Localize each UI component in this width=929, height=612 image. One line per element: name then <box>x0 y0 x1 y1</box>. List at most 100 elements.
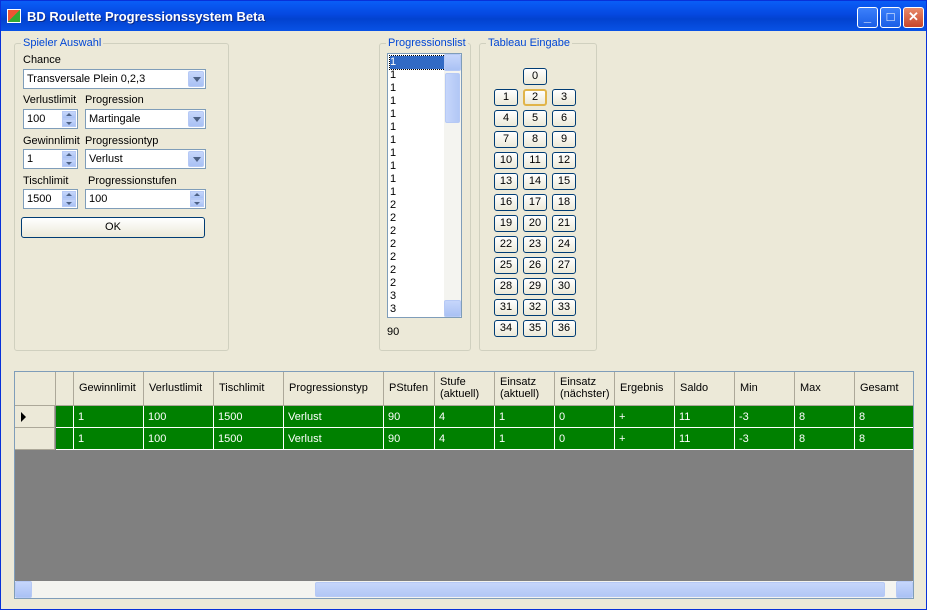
column-header[interactable]: Max <box>795 372 855 406</box>
table-cell[interactable]: 1500 <box>214 428 284 450</box>
table-cell[interactable]: 8 <box>855 428 913 450</box>
column-header[interactable]: PStufen <box>384 372 435 406</box>
column-header[interactable]: Stufe (aktuell) <box>435 372 495 406</box>
number-button-15[interactable]: 15 <box>552 173 576 190</box>
number-button-17[interactable]: 17 <box>523 194 547 211</box>
number-button-9[interactable]: 9 <box>552 131 576 148</box>
tischlimit-stepper[interactable]: 1500 <box>23 189 78 209</box>
scroll-right-icon[interactable] <box>896 581 913 598</box>
table-cell[interactable]: 100 <box>144 428 214 450</box>
list-item[interactable]: 3 <box>390 290 445 303</box>
list-item[interactable]: 1 <box>390 160 445 173</box>
row-header[interactable] <box>15 406 55 428</box>
list-item[interactable]: 1 <box>390 108 445 121</box>
table-cell[interactable]: 100 <box>144 406 214 428</box>
list-item[interactable]: 1 <box>390 134 445 147</box>
list-item[interactable]: 1 <box>390 95 445 108</box>
row-header[interactable] <box>15 428 55 450</box>
ok-button[interactable]: OK <box>21 217 205 238</box>
progressionstufen-stepper[interactable]: 100 <box>85 189 206 209</box>
number-button-22[interactable]: 22 <box>494 236 518 253</box>
list-item[interactable]: 1 <box>390 147 445 160</box>
title-bar[interactable]: BD Roulette Progressionssystem Beta _ □ … <box>1 1 926 31</box>
table-cell[interactable]: 4 <box>435 406 495 428</box>
scroll-thumb[interactable] <box>315 582 885 597</box>
table-cell[interactable]: 1 <box>495 428 555 450</box>
chevron-down-icon[interactable] <box>188 71 204 87</box>
table-cell[interactable]: 0 <box>555 406 615 428</box>
number-button-10[interactable]: 10 <box>494 152 518 169</box>
table-cell[interactable]: 1500 <box>214 406 284 428</box>
list-item[interactable]: 2 <box>390 199 445 212</box>
stepper-down-icon[interactable] <box>190 199 204 207</box>
scroll-thumb[interactable] <box>445 73 460 123</box>
table-cell[interactable] <box>56 406 74 428</box>
number-button-27[interactable]: 27 <box>552 257 576 274</box>
list-item[interactable]: 2 <box>390 264 445 277</box>
table-cell[interactable]: 1 <box>495 406 555 428</box>
number-button-28[interactable]: 28 <box>494 278 518 295</box>
number-button-2[interactable]: 2 <box>523 89 547 106</box>
table-cell[interactable]: 90 <box>384 406 435 428</box>
table-cell[interactable]: 1 <box>74 406 144 428</box>
list-item[interactable]: 1 <box>389 55 446 70</box>
column-header[interactable]: Verlustlimit <box>144 372 214 406</box>
number-button-11[interactable]: 11 <box>523 152 547 169</box>
table-cell[interactable]: 11 <box>675 406 735 428</box>
chance-select[interactable]: Transversale Plein 0,2,3 <box>23 69 206 89</box>
table-cell[interactable]: Verlust <box>284 428 384 450</box>
list-item[interactable]: 1 <box>390 82 445 95</box>
column-header[interactable]: Gewinnlimit <box>74 372 144 406</box>
number-button-25[interactable]: 25 <box>494 257 518 274</box>
list-item[interactable]: 2 <box>390 225 445 238</box>
stepper-up-icon[interactable] <box>190 191 204 199</box>
number-button-3[interactable]: 3 <box>552 89 576 106</box>
scroll-up-icon[interactable] <box>444 54 461 71</box>
column-header[interactable]: Saldo <box>675 372 735 406</box>
column-header[interactable]: Progressionstyp <box>284 372 384 406</box>
table-cell[interactable]: 4 <box>435 428 495 450</box>
number-button-0[interactable]: 0 <box>523 68 547 85</box>
list-item[interactable]: 1 <box>390 186 445 199</box>
close-button[interactable]: ✕ <box>903 7 924 28</box>
number-button-20[interactable]: 20 <box>523 215 547 232</box>
listbox-scrollbar[interactable] <box>444 54 461 317</box>
number-button-8[interactable]: 8 <box>523 131 547 148</box>
verlustlimit-stepper[interactable]: 100 <box>23 109 78 129</box>
column-header[interactable]: Min <box>735 372 795 406</box>
table-cell[interactable]: 8 <box>855 406 913 428</box>
stepper-down-icon[interactable] <box>62 199 76 207</box>
number-button-13[interactable]: 13 <box>494 173 518 190</box>
scroll-down-icon[interactable] <box>444 300 461 317</box>
number-button-1[interactable]: 1 <box>494 89 518 106</box>
number-button-36[interactable]: 36 <box>552 320 576 337</box>
results-grid[interactable]: Gewinnlimit Verlustlimit Tischlimit Progres… <box>14 371 914 599</box>
stepper-down-icon[interactable] <box>62 119 76 127</box>
number-button-16[interactable]: 16 <box>494 194 518 211</box>
number-button-23[interactable]: 23 <box>523 236 547 253</box>
number-button-6[interactable]: 6 <box>552 110 576 127</box>
number-button-30[interactable]: 30 <box>552 278 576 295</box>
progressionslist-listbox[interactable]: 111111111112222222333 <box>387 53 462 318</box>
column-header[interactable]: Tischlimit <box>214 372 284 406</box>
list-item[interactable]: 2 <box>390 251 445 264</box>
number-button-18[interactable]: 18 <box>552 194 576 211</box>
number-button-12[interactable]: 12 <box>552 152 576 169</box>
table-cell[interactable]: 1 <box>74 428 144 450</box>
stepper-up-icon[interactable] <box>62 111 76 119</box>
minimize-button[interactable]: _ <box>857 7 878 28</box>
number-button-21[interactable]: 21 <box>552 215 576 232</box>
number-button-35[interactable]: 35 <box>523 320 547 337</box>
list-item[interactable]: 2 <box>390 277 445 290</box>
number-button-26[interactable]: 26 <box>523 257 547 274</box>
table-cell[interactable]: Verlust <box>284 406 384 428</box>
table-cell[interactable]: 90 <box>384 428 435 450</box>
gewinnlimit-stepper[interactable]: 1 <box>23 149 78 169</box>
grid-hscrollbar[interactable] <box>15 581 913 598</box>
chevron-down-icon[interactable] <box>188 151 204 167</box>
table-cell[interactable]: 11 <box>675 428 735 450</box>
list-item[interactable]: 1 <box>390 121 445 134</box>
table-cell[interactable]: + <box>615 428 675 450</box>
number-button-24[interactable]: 24 <box>552 236 576 253</box>
chevron-down-icon[interactable] <box>188 111 204 127</box>
